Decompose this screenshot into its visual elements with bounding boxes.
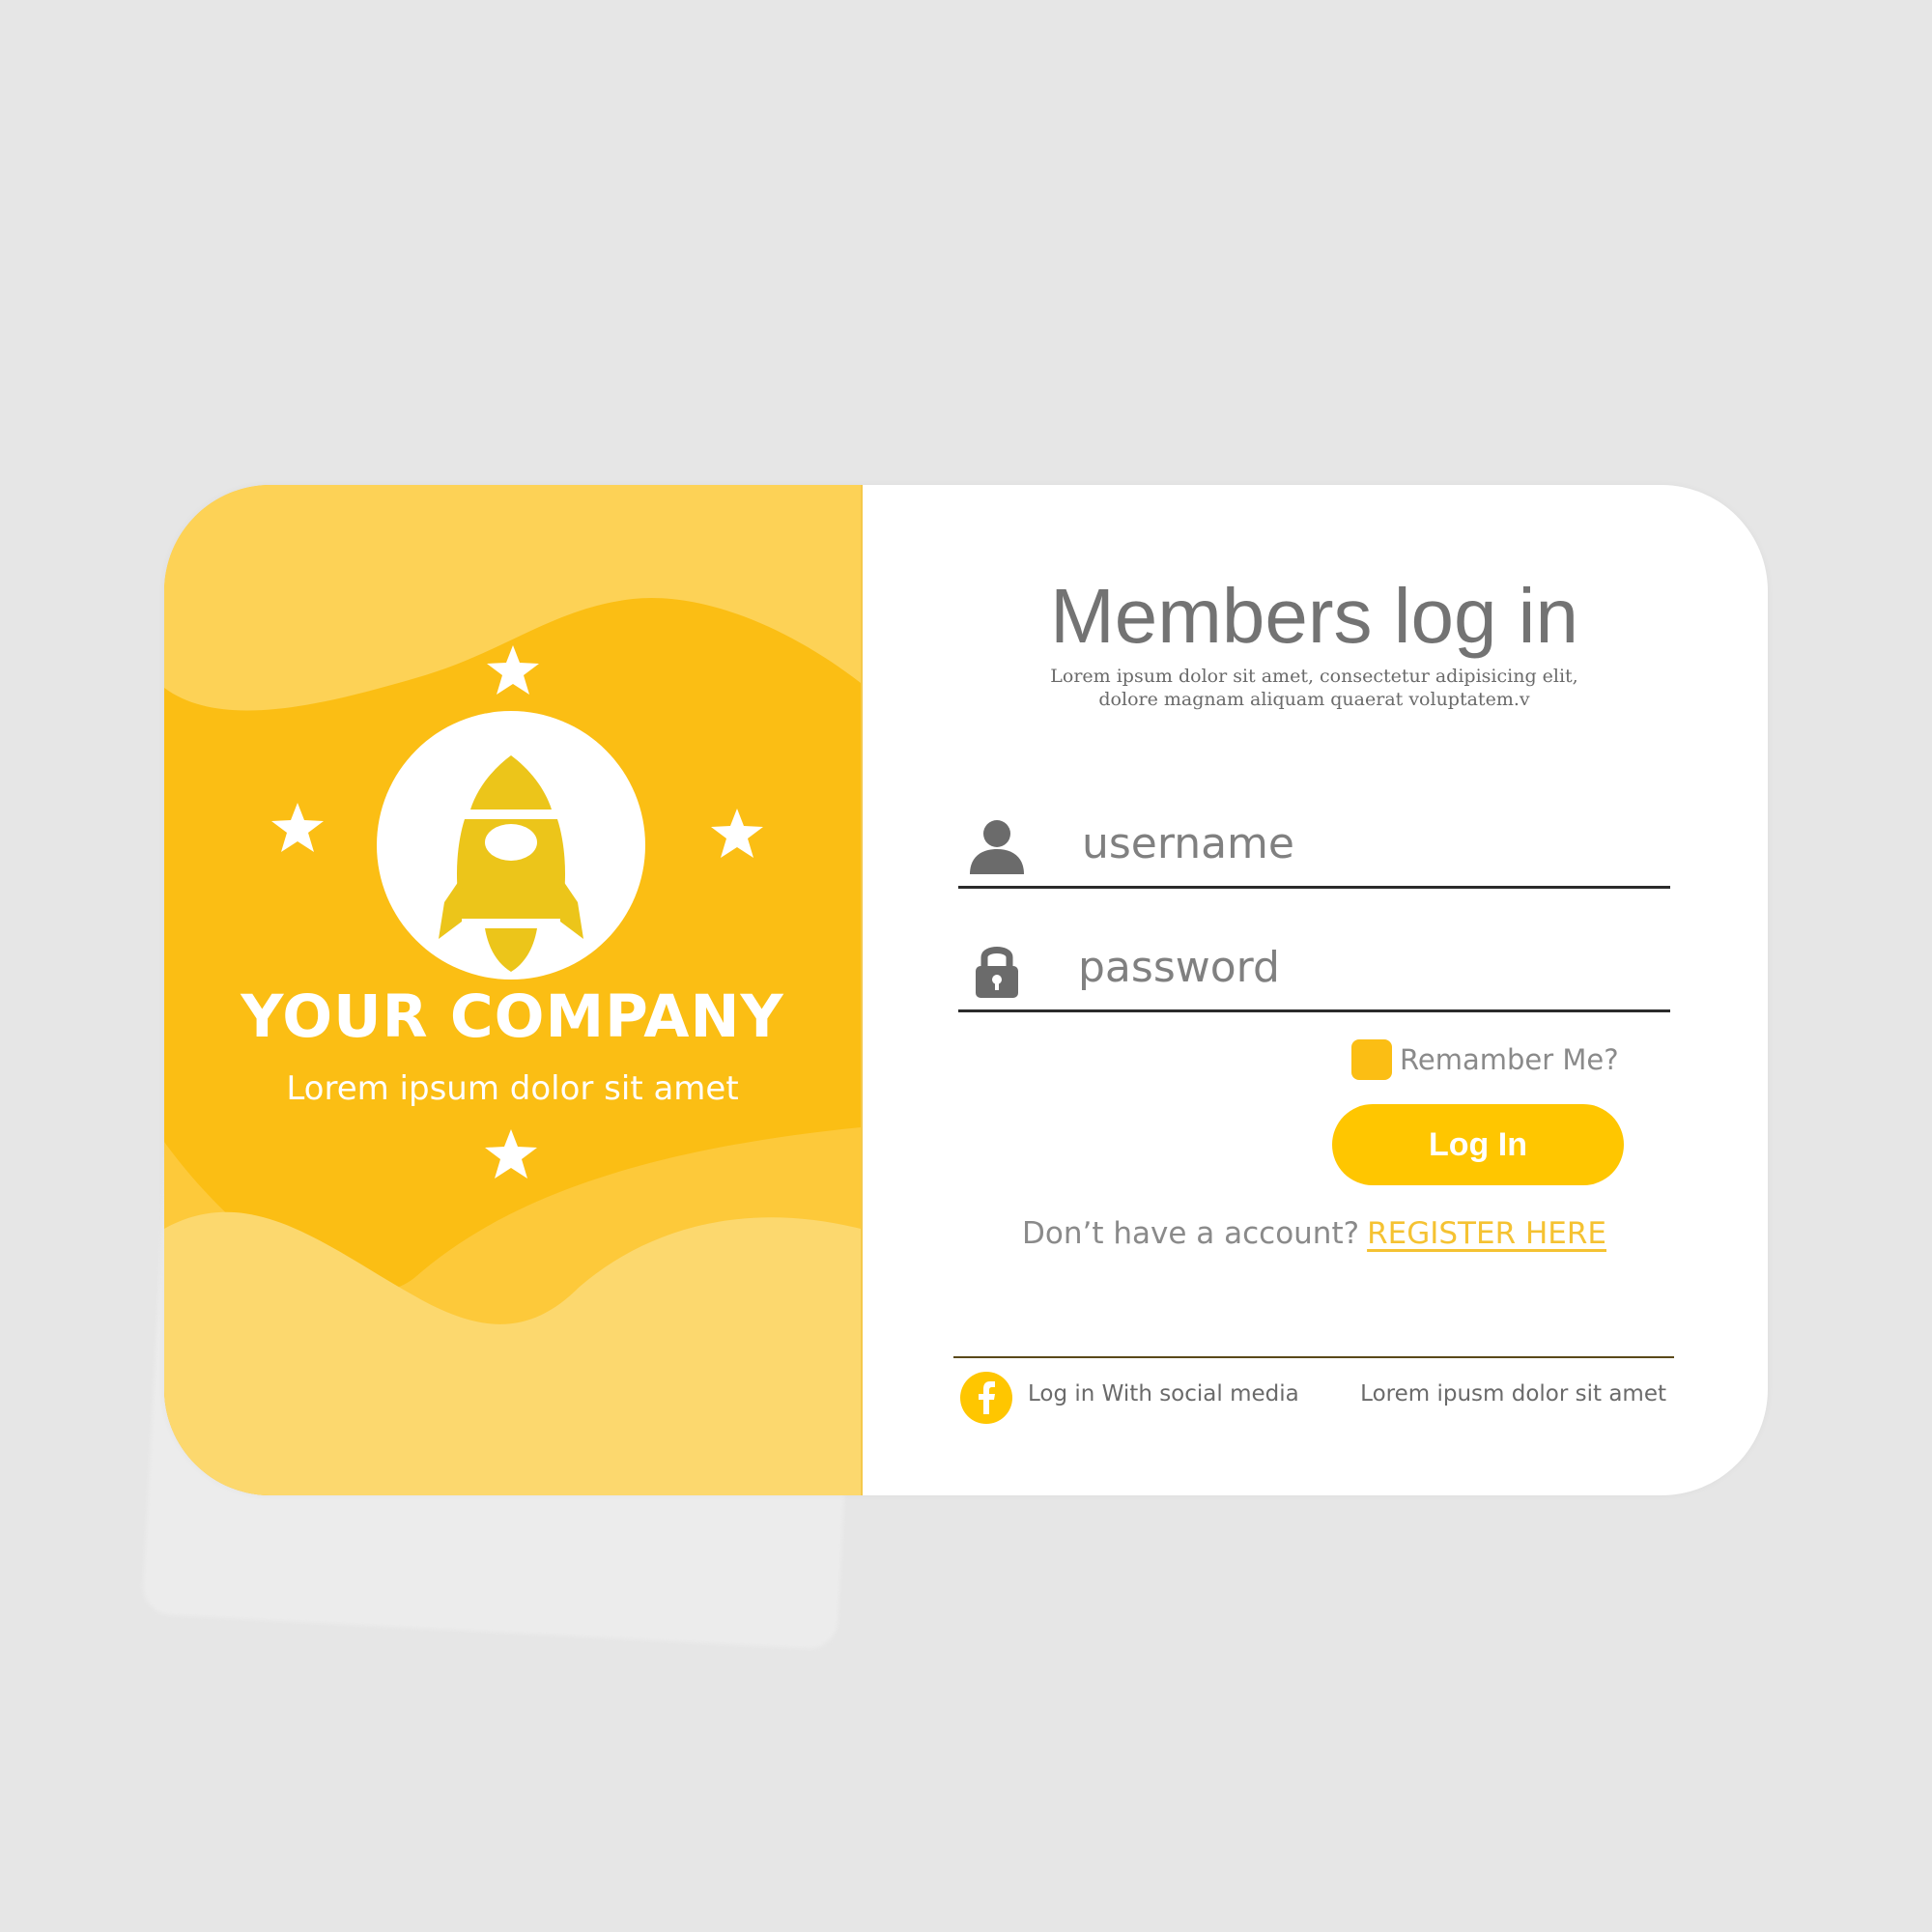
register-prompt: Don’t have a account? REGISTER HERE: [861, 1216, 1768, 1251]
subtitle-line: Lorem ipsum dolor sit amet, consectetur …: [1050, 666, 1578, 687]
logo-badge: [377, 711, 645, 980]
facebook-icon[interactable]: [960, 1372, 1012, 1424]
username-field: [958, 809, 1670, 889]
password-field: [958, 932, 1670, 1012]
page: YOUR COMPANY Lorem ipsum dolor sit amet …: [0, 0, 1932, 1932]
register-prompt-text: Don’t have a account?: [1022, 1216, 1360, 1251]
divider: [953, 1356, 1674, 1358]
star-icon: [271, 803, 324, 852]
username-input[interactable]: [1082, 814, 1642, 872]
company-tagline: Lorem ipsum dolor sit amet: [286, 1069, 739, 1108]
social-login-label[interactable]: Log in With social media: [1028, 1381, 1299, 1406]
login-card: YOUR COMPANY Lorem ipsum dolor sit amet …: [164, 485, 1768, 1495]
company-name: YOUR COMPANY: [241, 982, 784, 1051]
page-title: Members log in: [1050, 573, 1578, 659]
subtitle-line: dolore magnam aliquam quaerat voluptatem…: [1098, 689, 1530, 710]
login-form: Members log in Lorem ipsum dolor sit ame…: [861, 485, 1768, 1495]
brand-panel: YOUR COMPANY Lorem ipsum dolor sit amet: [164, 485, 863, 1495]
user-icon: [970, 820, 1024, 874]
remember-label: Remamber Me?: [1400, 1043, 1619, 1076]
star-icon: [487, 645, 539, 695]
register-link[interactable]: REGISTER HERE: [1367, 1216, 1606, 1251]
facebook-glyph: [979, 1381, 995, 1414]
lock-icon: [976, 947, 1018, 998]
star-icon: [485, 1129, 537, 1179]
page-subtitle: Lorem ipsum dolor sit amet, consectetur …: [861, 665, 1768, 711]
login-button[interactable]: Log In: [1332, 1104, 1624, 1185]
rocket-icon: [439, 755, 583, 972]
footer-note: Lorem ipusm dolor sit amet: [1360, 1381, 1666, 1406]
star-icon: [711, 809, 763, 858]
remember-checkbox[interactable]: [1351, 1039, 1392, 1080]
password-input[interactable]: [1078, 938, 1638, 996]
